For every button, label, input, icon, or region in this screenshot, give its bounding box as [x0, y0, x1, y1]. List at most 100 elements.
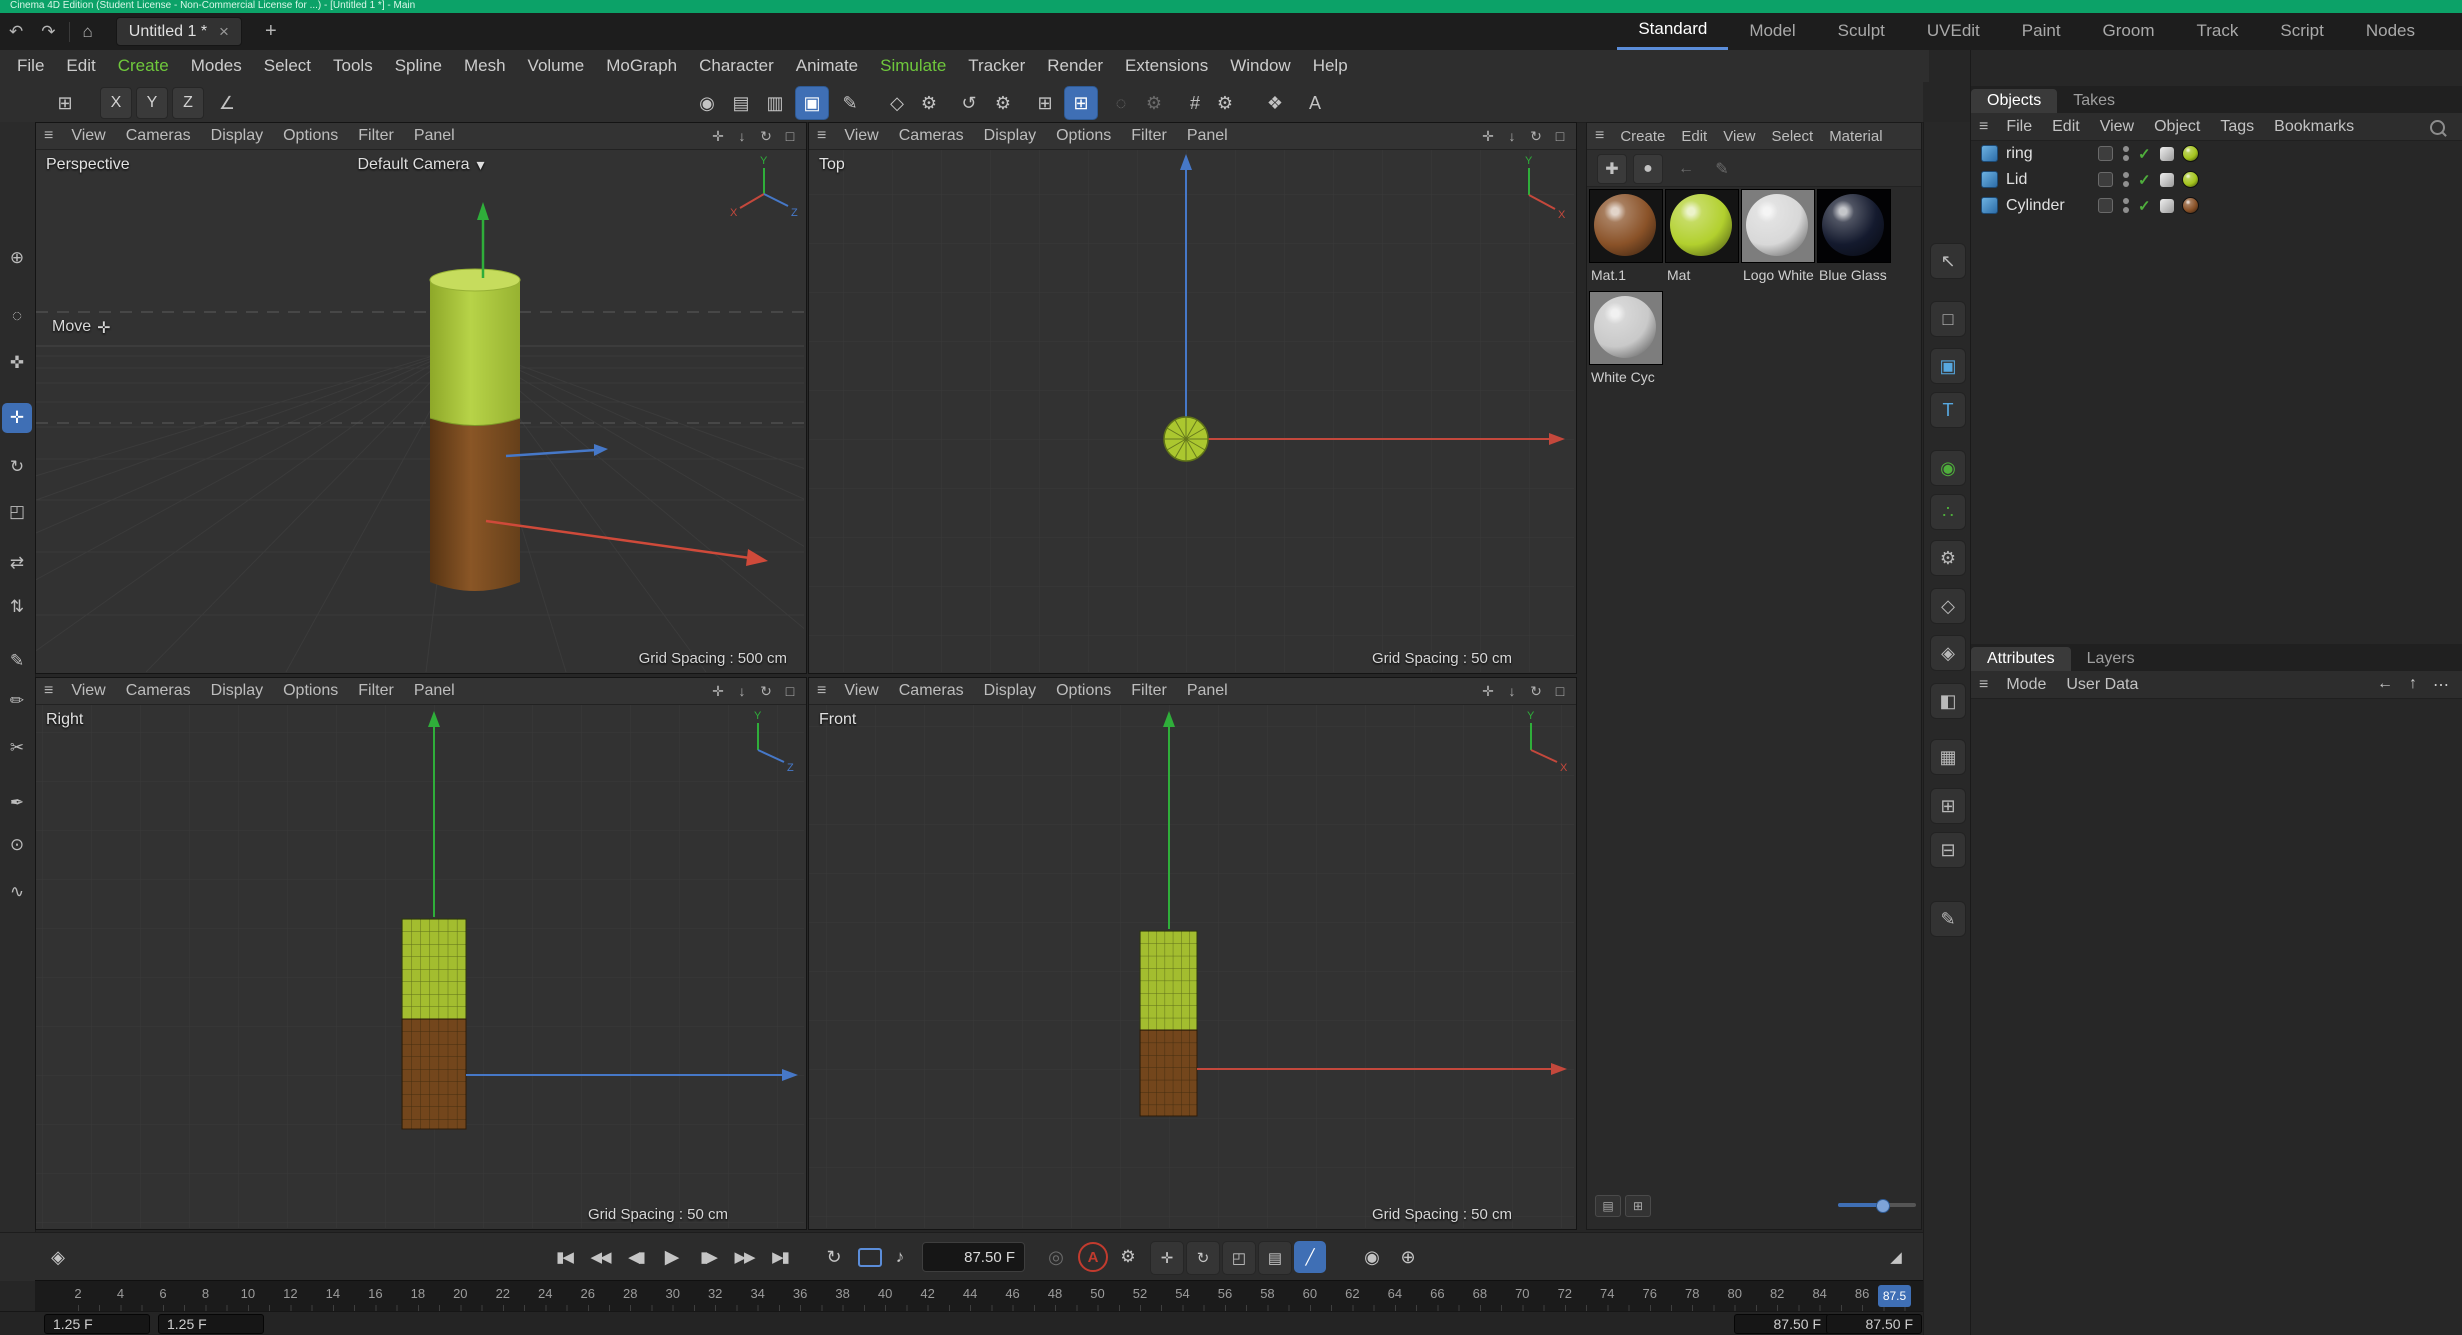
scale-tool-icon[interactable]: ◰: [2, 497, 32, 527]
previous-frame-button[interactable]: ◀▮: [620, 1241, 652, 1273]
add-tab-button[interactable]: +: [256, 20, 286, 43]
viewport-menu-item[interactable]: Display: [201, 682, 273, 700]
material-back-icon[interactable]: ←: [1671, 154, 1701, 184]
material-thumb[interactable]: [1817, 189, 1891, 263]
back-icon[interactable]: ↶: [0, 22, 32, 42]
menu-extensions[interactable]: Extensions: [1114, 56, 1219, 76]
layout-tab-model[interactable]: Model: [1728, 13, 1816, 50]
tab-attributes[interactable]: Attributes: [1971, 647, 2071, 671]
menu-tracker[interactable]: Tracker: [957, 56, 1036, 76]
modeling-settings-icon[interactable]: ⚙: [912, 86, 946, 120]
material-tag-icon[interactable]: [2182, 197, 2199, 214]
transfer-tool-icon[interactable]: ⇄: [2, 548, 32, 578]
material-thumb[interactable]: [1741, 189, 1815, 263]
tab-layers[interactable]: Layers: [2071, 647, 2151, 671]
menu-mesh[interactable]: Mesh: [453, 56, 517, 76]
tool-settings-icon[interactable]: ⚙: [986, 86, 1020, 120]
null-object-icon[interactable]: ◇: [1930, 588, 1966, 624]
object-name[interactable]: Cylinder: [2006, 197, 2098, 215]
visibility-dots-icon[interactable]: [2123, 146, 2129, 161]
material-thumb[interactable]: [1589, 291, 1663, 365]
attribute-menu-userdata[interactable]: User Data: [2056, 676, 2148, 694]
layout-tab-sculpt[interactable]: Sculpt: [1817, 13, 1906, 50]
viewport-menu-item[interactable]: View: [834, 682, 888, 700]
tweak-tool-icon[interactable]: ✜: [2, 348, 32, 378]
object-row-ring[interactable]: ring ✓: [1971, 141, 2462, 166]
viewport-menu-item[interactable]: Cameras: [889, 127, 974, 145]
close-icon[interactable]: ×: [219, 22, 229, 42]
fcurve-expand-icon[interactable]: ◢: [1880, 1241, 1912, 1273]
menu-animate[interactable]: Animate: [785, 56, 869, 76]
stage-object-icon[interactable]: ▦: [1930, 739, 1966, 775]
cylinder-top-view[interactable]: [1164, 417, 1208, 461]
menu-file[interactable]: File: [6, 56, 55, 76]
viewport-menu-item[interactable]: Options: [1046, 127, 1121, 145]
menu-modes[interactable]: Modes: [180, 56, 253, 76]
object-menu-item[interactable]: Object: [2144, 118, 2210, 136]
modeling-axis-icon[interactable]: ◇: [880, 86, 914, 120]
start-frame-field[interactable]: 1.25 F: [44, 1314, 150, 1334]
next-frame-button[interactable]: ▮▶: [692, 1241, 724, 1273]
playhead[interactable]: 87.5: [1878, 1285, 1911, 1307]
next-key-button[interactable]: ▶▶: [728, 1241, 760, 1273]
material-thumb[interactable]: [1665, 189, 1739, 263]
menu-tools[interactable]: Tools: [322, 56, 384, 76]
layer-chip-icon[interactable]: [2098, 146, 2113, 161]
material-thumb[interactable]: [1589, 189, 1663, 263]
viewport-menu-item[interactable]: Cameras: [116, 682, 201, 700]
viewport-menu-item[interactable]: Filter: [348, 682, 404, 700]
sound-toggle-icon[interactable]: ♪: [884, 1241, 916, 1273]
viewport-menu-item[interactable]: Filter: [348, 127, 404, 145]
disabled-settings-icon[interactable]: ⚙: [1137, 86, 1171, 120]
material-menu-item[interactable]: Material: [1821, 128, 1890, 145]
menu-render[interactable]: Render: [1036, 56, 1114, 76]
rotate-view-icon[interactable]: ↻: [1524, 128, 1548, 145]
object-menu-item[interactable]: Bookmarks: [2264, 118, 2364, 136]
viewport-menu-icon[interactable]: ≡: [809, 682, 834, 700]
material-name[interactable]: Logo White: [1743, 267, 1817, 283]
enabled-check-icon[interactable]: ✓: [2138, 145, 2151, 163]
render-queue-button[interactable]: ▤: [724, 86, 758, 120]
material-tag-icon[interactable]: [2182, 145, 2199, 162]
viewport-menu-item[interactable]: Panel: [404, 127, 465, 145]
annotation-pen-icon[interactable]: ✎: [1930, 901, 1966, 937]
viewport-right-canvas[interactable]: Y Z Right Grid Spacing : 50 cm: [36, 705, 806, 1229]
parent-up-icon[interactable]: ↑: [2409, 675, 2417, 695]
viewport-menu-item[interactable]: Display: [974, 682, 1046, 700]
object-menu-item[interactable]: View: [2090, 118, 2144, 136]
maximize-view-icon[interactable]: □: [1548, 683, 1572, 700]
dolly-view-icon[interactable]: ↓: [1500, 683, 1524, 700]
object-row-cylinder[interactable]: Cylinder ✓: [1971, 193, 2462, 218]
current-frame-field-2[interactable]: 1.25 F: [158, 1314, 264, 1334]
viewport-menu-item[interactable]: Filter: [1121, 127, 1177, 145]
annotate-icon[interactable]: A: [1298, 86, 1332, 120]
sculpt-pen-icon[interactable]: ✎: [2, 646, 32, 676]
viewport-menu-item[interactable]: Options: [273, 682, 348, 700]
live-selection-icon[interactable]: ◌: [2, 301, 32, 331]
current-frame-field[interactable]: 87.50 F: [922, 1242, 1025, 1272]
material-menu-item[interactable]: View: [1715, 128, 1763, 145]
search-icon[interactable]: [2430, 120, 2445, 135]
attribute-menu-icon[interactable]: ≡: [1971, 676, 1996, 694]
viewport-menu-icon[interactable]: ≡: [809, 127, 834, 145]
viewport-top-canvas[interactable]: Y X Top Grid Spacing : 50 cm: [809, 150, 1576, 673]
keyframe-target-icon[interactable]: ⊕: [1392, 1241, 1424, 1273]
render-view-button[interactable]: ◉: [690, 86, 724, 120]
preview-range-icon[interactable]: [858, 1248, 882, 1267]
goto-end-button[interactable]: ▶▮: [764, 1241, 796, 1273]
viewport-menu-item[interactable]: Cameras: [889, 682, 974, 700]
keyframe-circle-icon[interactable]: ◉: [1356, 1241, 1388, 1273]
coordinate-system-icon[interactable]: ∠: [210, 86, 244, 120]
material-edit-icon[interactable]: ✎: [1707, 154, 1737, 184]
window-layout-2-icon[interactable]: ⊟: [1930, 832, 1966, 868]
object-row-lid[interactable]: Lid ✓: [1971, 167, 2462, 192]
layout-tab-uvedit[interactable]: UVEdit: [1906, 13, 2001, 50]
material-menu-item[interactable]: Edit: [1673, 128, 1715, 145]
viewport-menu-item[interactable]: View: [61, 682, 115, 700]
material-list-view-icon[interactable]: ▤: [1595, 1195, 1621, 1217]
menu-help[interactable]: Help: [1302, 56, 1359, 76]
add-material-button[interactable]: ✚: [1597, 154, 1627, 184]
spline-pen-button[interactable]: ✎: [833, 86, 867, 120]
simulation-icon[interactable]: ◉: [1930, 450, 1966, 486]
object-name[interactable]: ring: [2006, 145, 2098, 163]
